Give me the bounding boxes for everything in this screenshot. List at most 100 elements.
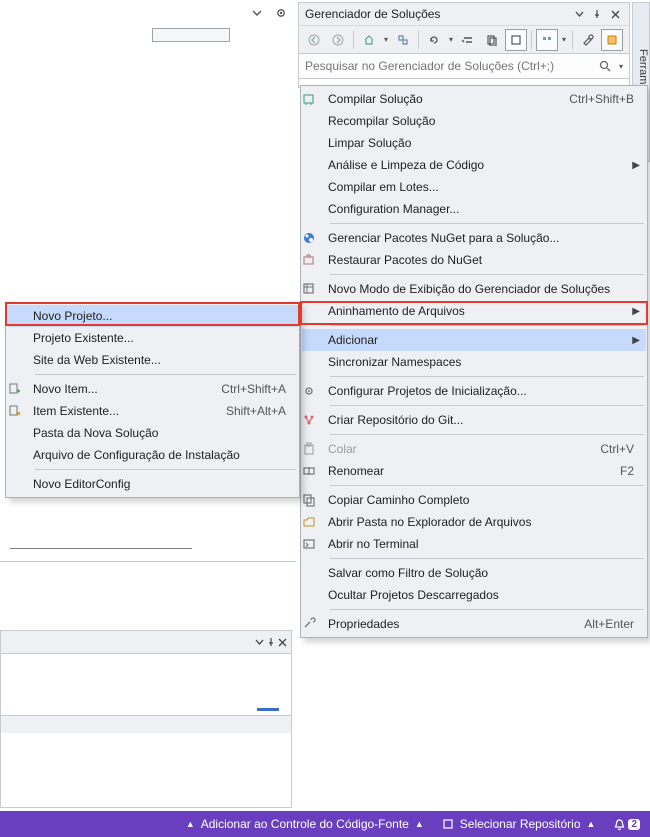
pin-icon[interactable] bbox=[266, 637, 276, 647]
context-menu-item[interactable]: Configuration Manager... bbox=[302, 198, 646, 220]
context-menu-item[interactable]: RenomearF2 bbox=[302, 460, 646, 482]
context-menu-item[interactable]: Novo Modo de Exibição do Gerenciador de … bbox=[302, 278, 646, 300]
menu-item-label: Site da Web Existente... bbox=[33, 353, 286, 367]
back-icon[interactable] bbox=[303, 29, 325, 51]
status-notifications[interactable]: 2 bbox=[613, 818, 640, 831]
home-icon[interactable] bbox=[358, 29, 380, 51]
show-all-files-icon[interactable] bbox=[481, 29, 503, 51]
wrench-icon bbox=[302, 617, 328, 631]
menu-item-label: Novo EditorConfig bbox=[33, 477, 286, 491]
search-icon[interactable] bbox=[599, 60, 617, 72]
context-menu-item[interactable]: Configurar Projetos de Inicialização... bbox=[302, 380, 646, 402]
gear-icon bbox=[302, 384, 328, 398]
menu-item-label: Salvar como Filtro de Solução bbox=[328, 566, 634, 580]
view-icon[interactable] bbox=[536, 29, 558, 51]
close-icon[interactable] bbox=[278, 638, 287, 647]
context-menu-item[interactable]: Criar Repositório do Git... bbox=[302, 409, 646, 431]
context-menu-item[interactable]: Gerenciar Pacotes NuGet para a Solução..… bbox=[302, 227, 646, 249]
context-menu-item[interactable]: Salvar como Filtro de Solução bbox=[302, 562, 646, 584]
menu-item-label: Copiar Caminho Completo bbox=[328, 493, 634, 507]
menu-item-label: Abrir no Terminal bbox=[328, 537, 634, 551]
context-submenu-add: Novo Projeto... Projeto Existente... Site … bbox=[5, 302, 300, 498]
panel-toolbar: ▾ ▾ ▾ bbox=[299, 25, 629, 53]
context-menu-item[interactable]: Abrir no Terminal bbox=[302, 533, 646, 555]
switch-views-icon[interactable] bbox=[392, 29, 414, 51]
status-bar: ▲ Adicionar ao Controle do Código-Fonte … bbox=[0, 811, 650, 837]
submenu-item[interactable]: Novo Projeto... bbox=[7, 305, 298, 327]
submenu-item[interactable]: Novo EditorConfig bbox=[7, 473, 298, 495]
close-icon[interactable] bbox=[607, 6, 623, 22]
context-menu-item[interactable]: Adicionar▶ bbox=[302, 329, 646, 351]
context-menu-item[interactable]: Sincronizar Namespaces bbox=[302, 351, 646, 373]
menu-item-label: Compilar Solução bbox=[328, 92, 549, 106]
gear-icon[interactable] bbox=[270, 2, 292, 24]
submenu-item[interactable]: Pasta da Nova Solução bbox=[7, 422, 298, 444]
paste-icon bbox=[302, 442, 328, 456]
context-menu: Compilar SoluçãoCtrl+Shift+BRecompilar S… bbox=[300, 85, 648, 638]
editor-dropdown-icon[interactable] bbox=[246, 2, 268, 24]
menu-item-shortcut: Ctrl+V bbox=[600, 442, 634, 456]
submenu-item[interactable]: Projeto Existente... bbox=[7, 327, 298, 349]
pending-changes-icon[interactable] bbox=[457, 29, 479, 51]
context-menu-item[interactable]: Restaurar Pacotes do NuGet bbox=[302, 249, 646, 271]
menu-item-label: Ocultar Projetos Descarregados bbox=[328, 588, 634, 602]
chevron-right-icon: ▶ bbox=[632, 306, 640, 317]
menu-separator bbox=[330, 274, 644, 275]
menu-item-label: Colar bbox=[328, 442, 580, 456]
context-menu-item[interactable]: Ocultar Projetos Descarregados bbox=[302, 584, 646, 606]
sync-icon[interactable] bbox=[423, 29, 445, 51]
submenu-item[interactable]: Arquivo de Configuração de Instalação bbox=[7, 444, 298, 466]
menu-item-label: Aninhamento de Arquivos bbox=[328, 304, 634, 318]
tab-underline bbox=[257, 708, 279, 711]
preview-icon[interactable] bbox=[601, 29, 623, 51]
menu-item-label: Gerenciar Pacotes NuGet para a Solução..… bbox=[328, 231, 634, 245]
status-select-repo-label: Selecionar Repositório bbox=[460, 817, 581, 831]
menu-item-label: Novo Item... bbox=[33, 382, 201, 396]
rename-icon bbox=[302, 464, 328, 478]
context-menu-item[interactable]: Limpar Solução bbox=[302, 132, 646, 154]
newitem-icon bbox=[7, 382, 33, 396]
context-menu-item[interactable]: Compilar SoluçãoCtrl+Shift+B bbox=[302, 88, 646, 110]
search-box[interactable]: ▾ bbox=[299, 53, 629, 79]
chevron-right-icon: ▶ bbox=[632, 160, 640, 171]
menu-item-label: Configuration Manager... bbox=[328, 202, 634, 216]
collapse-all-icon[interactable] bbox=[505, 29, 527, 51]
bottom-tool-panel bbox=[0, 630, 292, 808]
menu-item-label: Item Existente... bbox=[33, 404, 206, 418]
menu-separator bbox=[35, 469, 296, 470]
panel-menu-dropdown-icon[interactable] bbox=[571, 6, 587, 22]
context-menu-item[interactable]: Colar Ctrl+V bbox=[302, 438, 646, 460]
context-menu-item[interactable]: Abrir Pasta no Explorador de Arquivos bbox=[302, 511, 646, 533]
menu-item-label: Projeto Existente... bbox=[33, 331, 286, 345]
menu-item-label: Pasta da Nova Solução bbox=[33, 426, 286, 440]
menu-item-shortcut: Ctrl+Shift+A bbox=[221, 382, 286, 396]
menu-item-label: Restaurar Pacotes do NuGet bbox=[328, 253, 634, 267]
context-menu-item[interactable]: Aninhamento de Arquivos▶ bbox=[302, 300, 646, 322]
pin-icon[interactable] bbox=[589, 6, 605, 22]
submenu-item[interactable]: Item Existente...Shift+Alt+A bbox=[7, 400, 298, 422]
context-menu-item[interactable]: Compilar em Lotes... bbox=[302, 176, 646, 198]
search-input[interactable] bbox=[303, 58, 599, 74]
menu-separator bbox=[330, 609, 644, 610]
menu-item-shortcut: F2 bbox=[620, 464, 634, 478]
context-menu-item[interactable]: PropriedadesAlt+Enter bbox=[302, 613, 646, 635]
panel-tabstrip[interactable] bbox=[1, 715, 291, 733]
chevron-down-icon[interactable]: ▾ bbox=[617, 62, 625, 71]
submenu-item[interactable]: Site da Web Existente... bbox=[7, 349, 298, 371]
properties-icon[interactable] bbox=[577, 29, 599, 51]
context-menu-item[interactable]: Análise e Limpeza de Código▶ bbox=[302, 154, 646, 176]
forward-icon[interactable] bbox=[327, 29, 349, 51]
panel-title: Gerenciador de Soluções bbox=[305, 7, 569, 21]
status-select-repo[interactable]: Selecionar Repositório ▲ bbox=[442, 817, 596, 831]
chevron-down-icon[interactable]: ▾ bbox=[382, 35, 390, 44]
menu-item-label: Propriedades bbox=[328, 617, 564, 631]
status-source-control[interactable]: ▲ Adicionar ao Controle do Código-Fonte … bbox=[186, 817, 424, 831]
chevron-down-icon[interactable]: ▾ bbox=[560, 35, 568, 44]
panel-menu-dropdown-icon[interactable] bbox=[255, 638, 264, 647]
chevron-down-icon[interactable]: ▾ bbox=[447, 35, 455, 44]
submenu-item[interactable]: Novo Item... Ctrl+Shift+A bbox=[7, 378, 298, 400]
menu-separator bbox=[35, 374, 296, 375]
context-menu-item[interactable]: Copiar Caminho Completo bbox=[302, 489, 646, 511]
divider bbox=[10, 548, 192, 549]
context-menu-item[interactable]: Recompilar Solução bbox=[302, 110, 646, 132]
